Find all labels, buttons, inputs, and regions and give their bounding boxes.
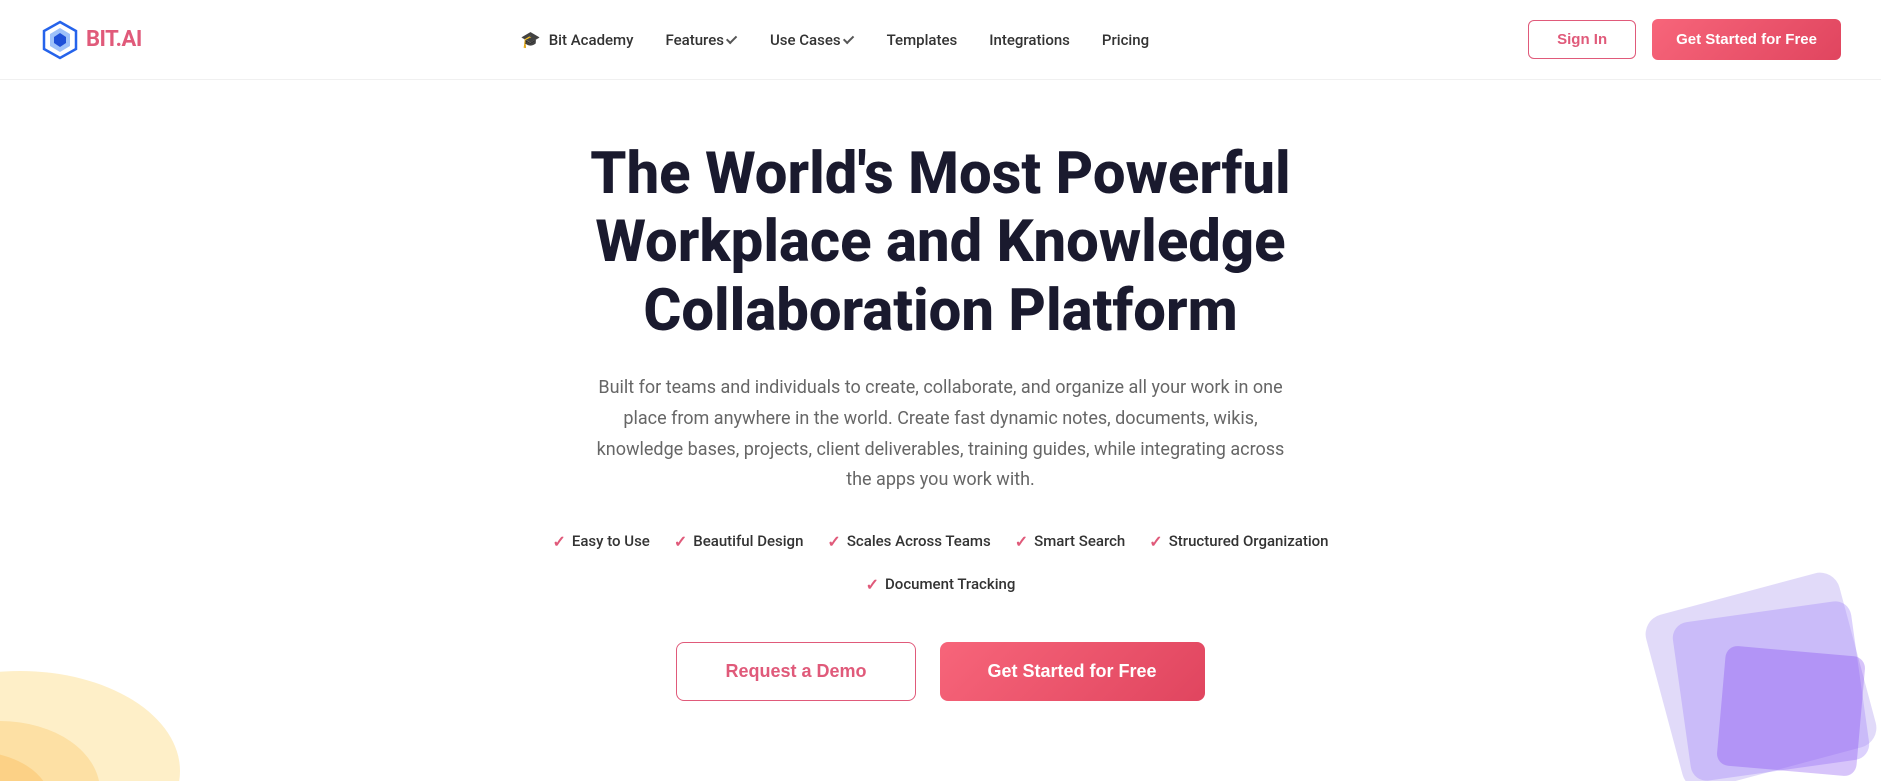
cta-buttons: Request a Demo Get Started for Free bbox=[491, 642, 1391, 701]
chevron-down-icon bbox=[726, 32, 737, 43]
feature-label: Structured Organization bbox=[1169, 532, 1329, 550]
logo-icon bbox=[40, 20, 80, 60]
nav-item-templates[interactable]: Templates bbox=[887, 31, 958, 49]
feature-badges: ✓ Easy to Use ✓ Beautiful Design ✓ Scale… bbox=[491, 532, 1391, 594]
nav-links: 🎓 Bit Academy Features Use Cases Templat… bbox=[521, 30, 1149, 49]
request-demo-button[interactable]: Request a Demo bbox=[676, 642, 915, 701]
signin-button[interactable]: Sign In bbox=[1528, 20, 1636, 59]
hero-title: The World's Most Powerful Workplace and … bbox=[491, 140, 1391, 345]
nav-item-pricing[interactable]: Pricing bbox=[1102, 31, 1149, 49]
logo[interactable]: BIT.AI bbox=[40, 20, 142, 60]
logo-text: BIT.AI bbox=[86, 27, 142, 52]
feature-label: Document Tracking bbox=[885, 575, 1015, 593]
academy-icon: 🎓 bbox=[521, 30, 541, 49]
feature-label: Beautiful Design bbox=[693, 532, 803, 550]
check-icon: ✓ bbox=[1015, 532, 1028, 551]
blob-right bbox=[1581, 531, 1881, 781]
nav-item-use-cases[interactable]: Use Cases bbox=[770, 31, 855, 49]
blob-left bbox=[0, 591, 220, 781]
nav-item-academy[interactable]: 🎓 Bit Academy bbox=[521, 30, 634, 49]
hero-get-started-button[interactable]: Get Started for Free bbox=[940, 642, 1205, 701]
feature-label: Scales Across Teams bbox=[847, 532, 991, 550]
feature-badge-tracking: ✓ Document Tracking bbox=[866, 575, 1016, 594]
feature-badge-organization: ✓ Structured Organization bbox=[1149, 532, 1328, 551]
feature-badge-scales: ✓ Scales Across Teams bbox=[827, 532, 990, 551]
feature-label: Easy to Use bbox=[572, 532, 650, 550]
navbar: BIT.AI 🎓 Bit Academy Features Use Cases … bbox=[0, 0, 1881, 80]
nav-actions: Sign In Get Started for Free bbox=[1528, 19, 1841, 60]
check-icon: ✓ bbox=[1149, 532, 1162, 551]
hero-section: The World's Most Powerful Workplace and … bbox=[0, 80, 1881, 781]
check-icon: ✓ bbox=[674, 532, 687, 551]
hero-subtitle: Built for teams and individuals to creat… bbox=[591, 373, 1291, 495]
feature-label: Smart Search bbox=[1034, 532, 1125, 550]
nav-item-features[interactable]: Features bbox=[665, 31, 737, 49]
feature-badge-search: ✓ Smart Search bbox=[1015, 532, 1126, 551]
chevron-down-icon bbox=[843, 32, 854, 43]
check-icon: ✓ bbox=[827, 532, 840, 551]
get-started-nav-button[interactable]: Get Started for Free bbox=[1652, 19, 1841, 60]
hero-content: The World's Most Powerful Workplace and … bbox=[491, 140, 1391, 701]
feature-badge-design: ✓ Beautiful Design bbox=[674, 532, 804, 551]
feature-badge-easy: ✓ Easy to Use bbox=[552, 532, 649, 551]
check-icon: ✓ bbox=[866, 575, 879, 594]
check-icon: ✓ bbox=[552, 532, 565, 551]
nav-item-integrations[interactable]: Integrations bbox=[989, 31, 1070, 49]
